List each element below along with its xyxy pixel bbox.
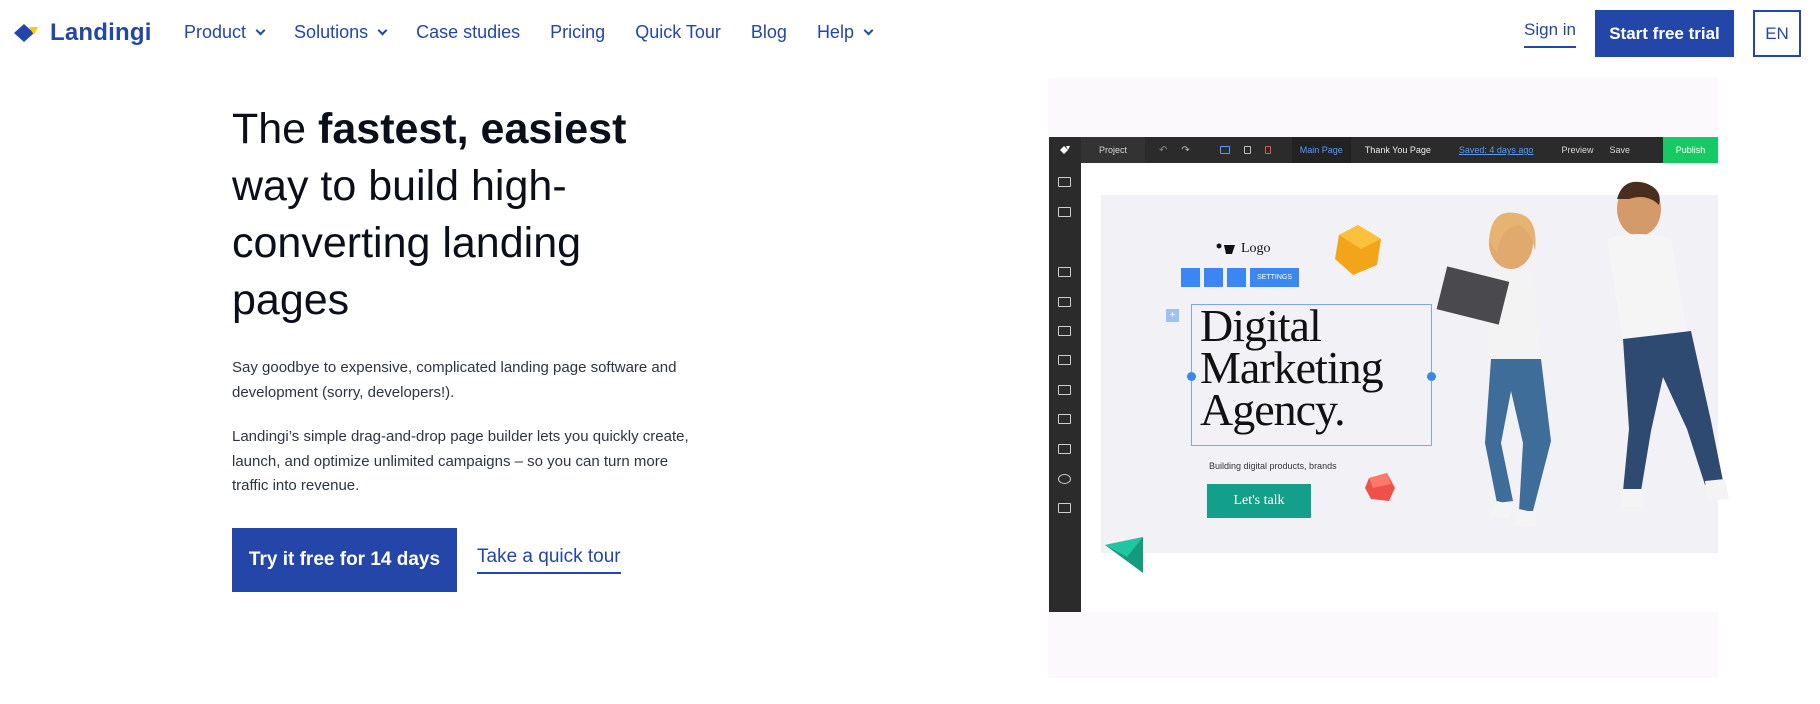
nav-item-product[interactable]: Product [184, 22, 266, 43]
nav-item-case-studies[interactable]: Case studies [416, 22, 520, 43]
save-label: Save [1609, 145, 1630, 155]
chevron-down-icon [863, 25, 874, 35]
image-icon [1058, 326, 1071, 336]
element-toolbar: SETTINGS [1181, 268, 1300, 287]
green-prism-shape [1105, 537, 1143, 573]
editor-sidebar [1049, 163, 1081, 612]
main-menu: Product Solutions Case studies Pricing Q… [184, 22, 902, 43]
project-label: Project [1081, 137, 1145, 163]
duplicate-icon [1181, 268, 1200, 287]
sign-in-link[interactable]: Sign in [1524, 20, 1576, 48]
editor-canvas: Logo SETTINGS + Digital Marketing Agency… [1081, 163, 1729, 612]
chevron-down-icon [255, 25, 266, 35]
headline-part: way to build high-converting landing pag… [232, 162, 582, 324]
resize-handle-right [1427, 372, 1436, 381]
nav-item-label: Solutions [294, 22, 369, 42]
hero-headline: The fastest, easiest way to build high-c… [232, 101, 672, 329]
redo-icon: ↷ [1181, 144, 1190, 156]
hero-paragraph-2: Landingi’s simple drag-and-drop page bui… [232, 428, 689, 494]
undo-icon: ↶ [1159, 144, 1168, 156]
canvas-heading-line: Digital [1200, 300, 1322, 351]
canvas-heading-line: Agency. [1200, 384, 1346, 435]
section-icon [1058, 207, 1071, 217]
add-element-icon: + [1166, 309, 1179, 322]
canvas-logo-text: Logo [1241, 241, 1271, 256]
mobile-view-icon [1264, 146, 1271, 154]
landingi-logo-icon [12, 18, 42, 48]
headline-emphasis: fastest, easiest [318, 105, 627, 153]
nav-item-help[interactable]: Help [816, 22, 874, 43]
red-cube-shape [1365, 473, 1395, 501]
page-tab-main: Main Page [1291, 137, 1351, 163]
headline-part: The [232, 105, 319, 153]
brand-logo[interactable]: Landingi [12, 18, 152, 48]
settings-chip: SETTINGS [1250, 268, 1300, 287]
nav-item-solutions[interactable]: Solutions [294, 22, 388, 43]
people-jumping-illustration [1436, 181, 1729, 527]
form-icon [1058, 414, 1071, 424]
canvas-cta-button: Let's talk [1207, 484, 1311, 518]
nav-item-pricing[interactable]: Pricing [550, 22, 605, 43]
button-icon [1058, 297, 1071, 307]
layers-icon [1204, 268, 1223, 287]
canvas-heading: Digital Marketing Agency. [1200, 300, 1384, 435]
nav-item-quick-tour[interactable]: Quick Tour [635, 22, 721, 43]
nav-item-blog[interactable]: Blog [751, 22, 787, 43]
canvas-logo-icon [1216, 243, 1235, 254]
hero-paragraph-1: Say goodbye to expensive, complicated la… [232, 359, 677, 401]
video-icon [1058, 385, 1071, 395]
canvas-heading-line: Marketing [1200, 342, 1384, 393]
preview-label: Preview [1561, 145, 1594, 155]
editor-logo-icon [1049, 137, 1081, 163]
language-selector[interactable]: EN [1753, 10, 1801, 57]
saved-status: Saved: 4 days ago [1458, 145, 1534, 155]
canvas-section: Logo SETTINGS + Digital Marketing Agency… [1101, 181, 1729, 573]
canvas-subtitle: Building digital products, brands [1209, 461, 1337, 471]
quick-tour-link[interactable]: Take a quick tour [477, 546, 621, 574]
desktop-view-icon [1219, 146, 1230, 154]
section-icon [1058, 177, 1071, 187]
page-tab-thank-you: Thank You Page [1364, 145, 1431, 155]
editor-toolbar: Project ↶ ↷ Main Page Thank You Page Sav… [1049, 137, 1718, 163]
nav-item-label: Product [184, 22, 247, 42]
text-icon [1058, 267, 1071, 277]
start-free-trial-button[interactable]: Start free trial [1595, 10, 1734, 57]
nav-item-label: Pricing [550, 22, 606, 42]
brand-name: Landingi [50, 19, 152, 46]
code-icon [1058, 503, 1071, 513]
nav-item-label: Case studies [416, 22, 521, 42]
resize-handle-left [1187, 372, 1196, 381]
publish-label: Publish [1663, 137, 1718, 163]
editor-mockup-image: Project ↶ ↷ Main Page Thank You Page Sav… [1049, 137, 1729, 612]
nav-item-label: Help [816, 22, 854, 42]
chevron-down-icon [377, 25, 388, 35]
canvas-logo: Logo [1216, 241, 1271, 257]
icons-icon [1058, 355, 1071, 365]
tablet-view-icon [1243, 146, 1251, 154]
yellow-cube-shape [1335, 225, 1381, 275]
timer-icon [1058, 474, 1071, 484]
shape-icon [1058, 444, 1071, 454]
top-navigation: Landingi Product Solutions Case studies … [0, 0, 1820, 66]
nav-item-label: Blog [750, 22, 787, 42]
delete-icon [1227, 268, 1246, 287]
nav-item-label: Quick Tour [635, 22, 721, 42]
try-free-button[interactable]: Try it free for 14 days [232, 528, 457, 592]
